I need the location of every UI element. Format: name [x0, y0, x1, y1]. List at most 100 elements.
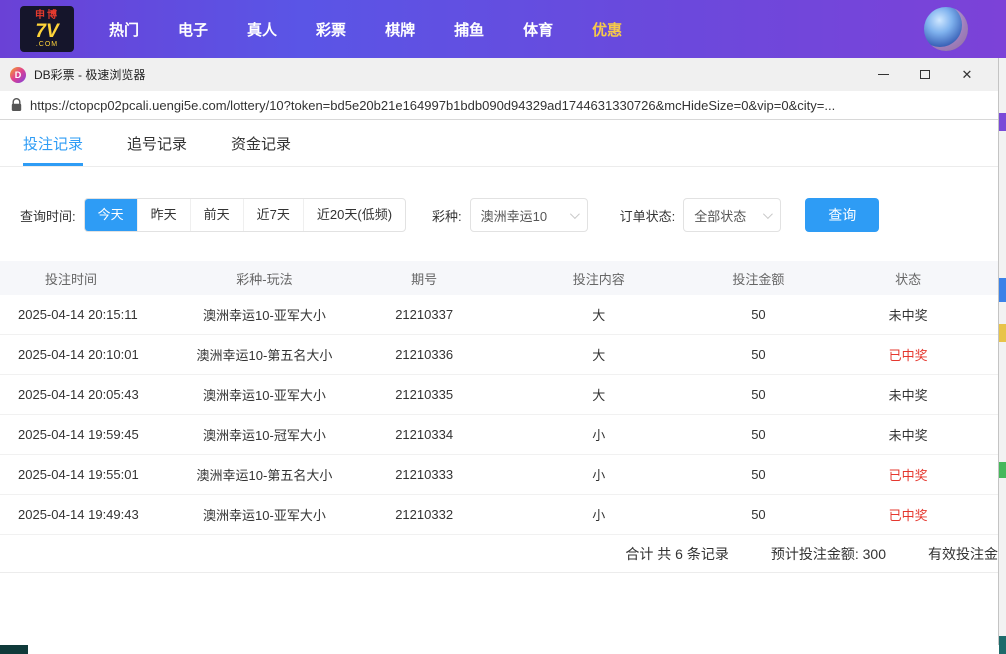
- chevron-down-icon: [763, 209, 773, 219]
- query-button[interactable]: 查询: [805, 198, 879, 232]
- background-page-sliver: [999, 58, 1006, 654]
- url-text: https://ctopcp02pcali.uengi5e.com/lotter…: [30, 98, 835, 113]
- app-icon: D: [10, 67, 26, 83]
- nav-item-promos[interactable]: 优惠: [592, 19, 622, 40]
- tab-fund-records[interactable]: 资金记录: [231, 120, 291, 166]
- window-title: DB彩票 - 极速浏览器: [34, 66, 145, 83]
- time-option-7days[interactable]: 近7天: [243, 199, 303, 231]
- close-button[interactable]: ✕: [946, 58, 988, 91]
- sliver-block: [0, 645, 28, 654]
- cell-status: 已中奖: [818, 345, 998, 364]
- cell-time: 2025-04-14 19:49:43: [0, 507, 180, 522]
- time-range-segment: 今天 昨天 前天 近7天 近20天(低频): [84, 198, 406, 232]
- screen: 申博 7V .COM 热门 电子 真人 彩票 棋牌 捕鱼 体育 优惠 D DB彩…: [0, 0, 1006, 654]
- table-row: 2025-04-14 20:15:11 澳洲幸运10-亚军大小 21210337…: [0, 295, 998, 335]
- cell-play: 澳洲幸运10-第五名大小: [180, 465, 350, 484]
- nav-item-fishing[interactable]: 捕鱼: [454, 19, 484, 40]
- nav-item-sports[interactable]: 体育: [523, 19, 553, 40]
- cell-time: 2025-04-14 19:55:01: [0, 467, 180, 482]
- brand-logo[interactable]: 申博 7V .COM: [20, 6, 74, 52]
- cell-issue: 21210333: [349, 467, 499, 482]
- sliver-block: [999, 324, 1006, 342]
- cell-amount: 50: [699, 387, 819, 402]
- brand-logo-text-bottom: .COM: [36, 41, 58, 48]
- cell-play: 澳洲幸运10-亚军大小: [180, 505, 350, 524]
- cell-content: 小: [499, 425, 699, 444]
- window-controls: ✕: [862, 58, 988, 91]
- brand-logo-text-top: 申博: [35, 11, 59, 21]
- cell-time: 2025-04-14 20:15:11: [0, 307, 180, 322]
- cell-status: 未中奖: [818, 425, 998, 444]
- lottery-filter-label: 彩种:: [432, 206, 462, 225]
- nav-item-cards[interactable]: 棋牌: [385, 19, 415, 40]
- time-option-today[interactable]: 今天: [85, 199, 137, 231]
- sliver-block: [999, 636, 1006, 654]
- cell-status: 未中奖: [818, 305, 998, 324]
- cell-amount: 50: [699, 427, 819, 442]
- header-status: 状态: [818, 269, 998, 288]
- sliver-block: [999, 462, 1006, 478]
- address-bar[interactable]: https://ctopcp02pcali.uengi5e.com/lotter…: [0, 91, 998, 120]
- cell-issue: 21210335: [349, 387, 499, 402]
- cell-time: 2025-04-14 19:59:45: [0, 427, 180, 442]
- minimize-button[interactable]: [862, 58, 904, 91]
- table-header-row: 投注时间 彩种-玩法 期号 投注内容 投注金额 状态: [0, 261, 998, 295]
- order-status-select[interactable]: 全部状态: [683, 198, 781, 232]
- header-lottery-play: 彩种-玩法: [180, 269, 350, 288]
- cell-issue: 21210332: [349, 507, 499, 522]
- cell-status: 已中奖: [818, 505, 998, 524]
- record-tabs: 投注记录 追号记录 资金记录: [0, 120, 998, 167]
- order-status-filter-label: 订单状态:: [620, 206, 676, 225]
- cell-issue: 21210334: [349, 427, 499, 442]
- cell-amount: 50: [699, 507, 819, 522]
- summary-valid-amount: 有效投注金额: [928, 544, 998, 564]
- table-summary-row: 合计 共 6 条记录 预计投注金额: 300 有效投注金额: [0, 535, 998, 573]
- cell-status: 已中奖: [818, 465, 998, 484]
- main-nav: 热门 电子 真人 彩票 棋牌 捕鱼 体育 优惠: [109, 19, 622, 40]
- header-issue: 期号: [349, 269, 499, 288]
- time-option-yesterday[interactable]: 昨天: [137, 199, 190, 231]
- nav-item-slots[interactable]: 电子: [178, 19, 208, 40]
- cell-issue: 21210336: [349, 347, 499, 362]
- cell-status: 未中奖: [818, 385, 998, 404]
- browser-window: D DB彩票 - 极速浏览器 ✕ https://ctopcp02pcali.u…: [0, 58, 999, 645]
- cell-content: 小: [499, 465, 699, 484]
- time-option-20days[interactable]: 近20天(低频): [303, 199, 405, 231]
- window-titlebar: D DB彩票 - 极速浏览器 ✕: [0, 58, 998, 91]
- maximize-button[interactable]: [904, 58, 946, 91]
- cell-amount: 50: [699, 307, 819, 322]
- lottery-select[interactable]: 澳洲幸运10: [470, 198, 588, 232]
- cell-play: 澳洲幸运10-亚军大小: [180, 305, 350, 324]
- time-filter-label: 查询时间:: [20, 206, 76, 225]
- filter-bar: 查询时间: 今天 昨天 前天 近7天 近20天(低频) 彩种: 澳洲幸运10 订…: [0, 197, 998, 233]
- cell-play: 澳洲幸运10-冠军大小: [180, 425, 350, 444]
- cell-content: 小: [499, 505, 699, 524]
- chevron-down-icon: [570, 209, 580, 219]
- table-row: 2025-04-14 19:59:45 澳洲幸运10-冠军大小 21210334…: [0, 415, 998, 455]
- sliver-block: [999, 278, 1006, 302]
- cell-amount: 50: [699, 347, 819, 362]
- brand-logo-text-mid: 7V: [35, 22, 58, 41]
- nav-item-hot[interactable]: 热门: [109, 19, 139, 40]
- order-status-select-value: 全部状态: [694, 206, 746, 225]
- cell-content: 大: [499, 345, 699, 364]
- cell-content: 大: [499, 305, 699, 324]
- time-option-day-before[interactable]: 前天: [190, 199, 243, 231]
- table-row: 2025-04-14 20:05:43 澳洲幸运10-亚军大小 21210335…: [0, 375, 998, 415]
- table-row: 2025-04-14 19:49:43 澳洲幸运10-亚军大小 21210332…: [0, 495, 998, 535]
- nav-item-live[interactable]: 真人: [247, 19, 277, 40]
- header-bet-content: 投注内容: [499, 269, 699, 288]
- nav-item-lottery[interactable]: 彩票: [316, 19, 346, 40]
- user-avatar[interactable]: [924, 7, 968, 51]
- table-row: 2025-04-14 20:10:01 澳洲幸运10-第五名大小 2121033…: [0, 335, 998, 375]
- cell-play: 澳洲幸运10-亚军大小: [180, 385, 350, 404]
- cell-time: 2025-04-14 20:10:01: [0, 347, 180, 362]
- table-row: 2025-04-14 19:55:01 澳洲幸运10-第五名大小 2121033…: [0, 455, 998, 495]
- tab-chase-records[interactable]: 追号记录: [127, 120, 187, 166]
- header-bet-time: 投注时间: [0, 269, 180, 288]
- tab-bet-records[interactable]: 投注记录: [23, 120, 83, 166]
- cell-play: 澳洲幸运10-第五名大小: [180, 345, 350, 364]
- sliver-block: [999, 113, 1006, 131]
- summary-expected-amount: 预计投注金额: 300: [771, 544, 886, 564]
- cell-issue: 21210337: [349, 307, 499, 322]
